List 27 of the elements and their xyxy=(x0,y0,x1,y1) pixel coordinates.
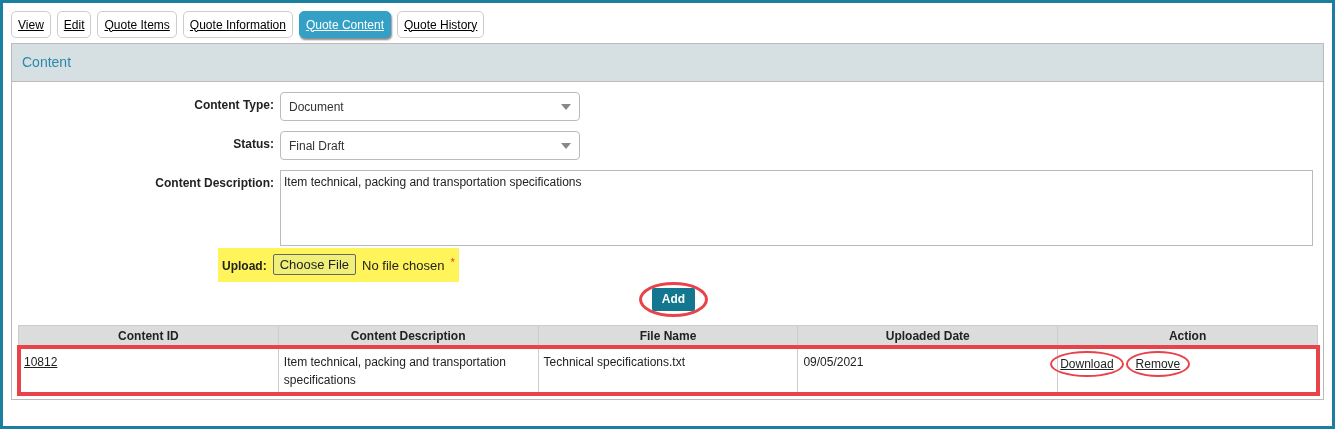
tab[interactable]: Edit xyxy=(56,11,92,38)
select-field[interactable]: Final Draft xyxy=(280,131,580,160)
content-id-link[interactable]: 10812 xyxy=(24,354,58,369)
required-mark: * xyxy=(450,255,455,270)
tab[interactable]: Quote History xyxy=(397,11,485,38)
column-header: Content ID xyxy=(18,325,279,347)
select-field[interactable]: Document xyxy=(280,92,580,121)
field-label: Upload: xyxy=(222,258,267,275)
field-label: Status: xyxy=(233,136,274,153)
column-header: Action xyxy=(1057,325,1318,347)
tab[interactable]: Quote Information xyxy=(182,11,293,38)
column-header: Content Description xyxy=(278,325,539,347)
tab[interactable]: View xyxy=(11,11,51,38)
panel-title: Content xyxy=(22,53,72,72)
add-button[interactable]: Add xyxy=(651,287,696,311)
column-header: Uploaded Date xyxy=(797,325,1058,347)
column-header: File Name xyxy=(538,325,798,347)
action-link[interactable]: Remove xyxy=(1135,356,1181,371)
action-link[interactable]: Download xyxy=(1060,356,1114,371)
text-area[interactable]: Item technical, packing and transportation specifications xyxy=(280,170,1313,246)
field-label: Content Description: xyxy=(155,175,274,192)
choose-file-button[interactable]: Choose File xyxy=(272,254,357,275)
field-label: Content Type: xyxy=(194,97,274,114)
file-status: No file chosen xyxy=(362,257,445,275)
tab[interactable]: Quote Items xyxy=(97,11,177,38)
dropdown-caret-icon xyxy=(561,143,571,149)
dropdown-caret-icon xyxy=(561,104,571,110)
